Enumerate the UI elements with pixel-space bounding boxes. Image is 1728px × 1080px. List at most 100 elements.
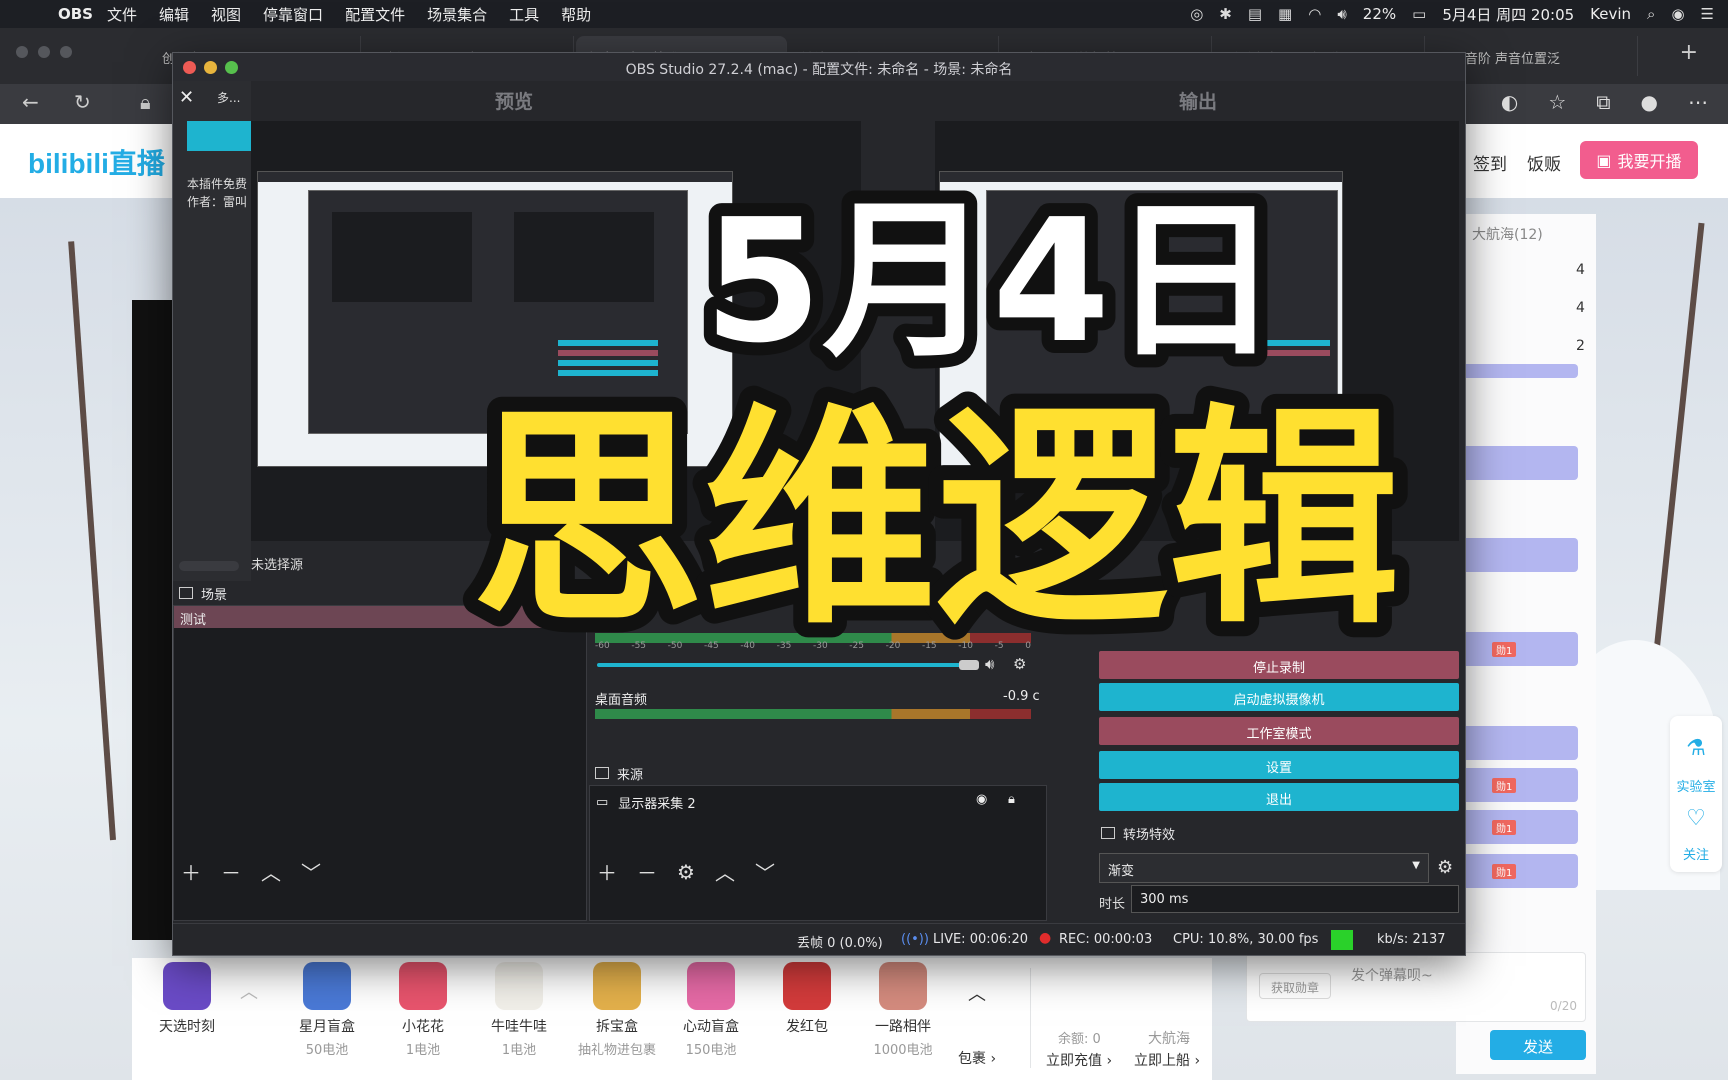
browser-close-button[interactable] bbox=[16, 46, 28, 58]
gift-item[interactable]: 牛哇牛哇 1电池 bbox=[474, 962, 564, 1058]
obs-main: ✕ 多... 本插件免费 作者：雷叫 预览 输出 未选择源 场景 测试 ＋ － … bbox=[173, 81, 1465, 923]
more-icon[interactable]: ⋯ bbox=[1688, 90, 1708, 114]
close-icon[interactable]: ✕ bbox=[179, 87, 194, 108]
plugin-free-text: 本插件免费 bbox=[187, 177, 248, 191]
menu-scene-collection[interactable]: 场景集合 bbox=[427, 4, 487, 25]
menubar-user[interactable]: Kevin bbox=[1590, 5, 1631, 23]
move-down-icon[interactable]: ﹀ bbox=[755, 857, 775, 886]
lab-icon[interactable]: ⚗ bbox=[1670, 736, 1722, 761]
send-button[interactable]: 发送 bbox=[1490, 1030, 1586, 1060]
obs-title-bar[interactable]: OBS Studio 27.2.4 (mac) - 配置文件: 未命名 - 场景… bbox=[173, 53, 1465, 81]
move-down-icon[interactable]: ﹀ bbox=[301, 857, 321, 886]
profile-avatar[interactable]: ● bbox=[1641, 90, 1658, 114]
menu-view[interactable]: 视图 bbox=[211, 4, 241, 25]
transition-gear-icon[interactable]: ⚙ bbox=[1437, 857, 1453, 878]
spotlight-search-icon[interactable]: ⌕ bbox=[1647, 5, 1655, 23]
horizontal-scrollbar[interactable] bbox=[179, 561, 239, 571]
duration-input[interactable]: 300 ms bbox=[1131, 885, 1459, 913]
siri-icon[interactable]: ◉ bbox=[1671, 5, 1684, 23]
recharge-link[interactable]: 立即充值 › bbox=[1046, 1050, 1112, 1070]
collections-icon[interactable]: ⧉ bbox=[1596, 90, 1610, 114]
sign-in-link[interactable]: 签到 bbox=[1473, 150, 1507, 175]
studio-mode-button[interactable]: 工作室模式 bbox=[1099, 717, 1459, 745]
menu-file[interactable]: 文件 bbox=[107, 4, 137, 25]
dock-float-icon[interactable] bbox=[179, 587, 193, 599]
obs-minimize-button[interactable] bbox=[204, 61, 217, 74]
speaker-icon[interactable]: 🔊︎ bbox=[985, 655, 994, 673]
mini-output bbox=[514, 212, 654, 302]
board-link[interactable]: 立即上船 › bbox=[1134, 1050, 1200, 1070]
plugin-button[interactable] bbox=[187, 121, 251, 151]
browser-zoom-button[interactable] bbox=[60, 46, 72, 58]
menu-tools[interactable]: 工具 bbox=[509, 4, 539, 25]
menu-docks[interactable]: 停靠窗口 bbox=[263, 4, 323, 25]
back-icon[interactable]: ← bbox=[22, 90, 39, 114]
gift-item[interactable]: 星月盲盒 50电池 bbox=[282, 962, 372, 1058]
gift-item[interactable]: 一路相伴 1000电池 bbox=[858, 962, 948, 1058]
danmaku-placeholder[interactable]: 发个弹幕呗~ bbox=[1351, 965, 1433, 985]
gift-item[interactable]: 小花花 1电池 bbox=[378, 962, 468, 1058]
battery-icon[interactable]: ▭ bbox=[1412, 5, 1426, 23]
control-center-icon[interactable]: ☰ bbox=[1701, 5, 1714, 23]
follow-label[interactable]: 关注 bbox=[1670, 844, 1722, 863]
reload-icon[interactable]: ↻ bbox=[74, 90, 91, 114]
volume-icon[interactable]: 🔊︎ bbox=[1337, 5, 1346, 23]
source-properties-gear-icon[interactable]: ⚙ bbox=[677, 860, 695, 884]
go-live-button[interactable]: ▣ 我要开播 bbox=[1580, 141, 1698, 179]
bag-link[interactable]: 包裹 › bbox=[958, 1048, 996, 1068]
lock-icon[interactable]: 🔒︎ bbox=[1008, 792, 1015, 807]
input-source-flag-icon[interactable]: ▦ bbox=[1278, 5, 1292, 23]
mic-volume-slider[interactable] bbox=[597, 663, 967, 667]
fan-link[interactable]: 饭贩 bbox=[1527, 150, 1561, 175]
favorites-icon[interactable]: ☆ bbox=[1548, 90, 1566, 114]
gift-price: 150电池 bbox=[685, 1043, 737, 1058]
remove-scene-icon[interactable]: － bbox=[221, 857, 241, 886]
new-tab-icon[interactable]: + bbox=[1680, 40, 1698, 65]
source-item[interactable]: ▭ 显示器采集 2 ◉ 🔒︎ bbox=[596, 792, 1036, 812]
menu-edit[interactable]: 编辑 bbox=[159, 4, 189, 25]
fetch-badge-button[interactable]: 获取勋章 bbox=[1259, 973, 1331, 999]
obs-zoom-button[interactable] bbox=[225, 61, 238, 74]
start-virtual-camera-button[interactable]: 启动虚拟摄像机 bbox=[1099, 683, 1459, 711]
lock-icon: 🔒︎ bbox=[140, 90, 151, 114]
reader-icon[interactable]: ◐ bbox=[1501, 90, 1518, 114]
mic-volume-knob[interactable] bbox=[959, 660, 979, 670]
move-up-icon[interactable]: ︿ bbox=[261, 857, 281, 886]
add-source-icon[interactable]: ＋ bbox=[597, 857, 617, 886]
exit-button[interactable]: 退出 bbox=[1099, 783, 1459, 811]
scene-item[interactable]: 测试 bbox=[174, 606, 586, 628]
program-canvas[interactable] bbox=[935, 121, 1459, 541]
browser-minimize-button[interactable] bbox=[38, 46, 50, 58]
chevron-up-icon[interactable]: ︿ bbox=[240, 978, 258, 1004]
keyboard-icon[interactable]: ▤ bbox=[1248, 5, 1262, 23]
app-menu[interactable]: OBS bbox=[58, 5, 93, 23]
settings-button[interactable]: 设置 bbox=[1099, 751, 1459, 779]
recording-status-icon[interactable]: ◎ bbox=[1190, 5, 1203, 23]
remove-source-icon[interactable]: － bbox=[637, 857, 657, 886]
gift-item[interactable]: 天选时刻 bbox=[142, 962, 232, 1036]
gear-icon[interactable]: ⚙ bbox=[1013, 655, 1026, 673]
gift-item[interactable]: 心动盲盒 150电池 bbox=[666, 962, 756, 1058]
obs-close-button[interactable] bbox=[183, 61, 196, 74]
menu-help[interactable]: 帮助 bbox=[561, 4, 591, 25]
menu-profile[interactable]: 配置文件 bbox=[345, 4, 405, 25]
captain-rank-title[interactable]: 大航海(12) bbox=[1472, 224, 1543, 244]
bili-live-logo[interactable]: bilibili直播 bbox=[28, 142, 165, 182]
add-scene-icon[interactable]: ＋ bbox=[181, 857, 201, 886]
chevron-up-icon[interactable]: ︿ bbox=[968, 980, 986, 1006]
stop-recording-button[interactable]: 停止录制 bbox=[1099, 651, 1459, 679]
heart-icon[interactable]: ♡ bbox=[1670, 806, 1722, 831]
bluetooth-icon[interactable]: ✱ bbox=[1219, 5, 1232, 23]
dock-float-icon[interactable] bbox=[595, 767, 609, 779]
preview-canvas[interactable] bbox=[251, 121, 861, 541]
lab-label[interactable]: 实验室 bbox=[1670, 776, 1722, 795]
transition-select[interactable]: 渐变 ▼ bbox=[1099, 853, 1429, 883]
gift-item[interactable]: 发红包 bbox=[762, 962, 852, 1036]
gift-item[interactable]: 拆宝盒 抽礼物进包裹 bbox=[562, 962, 672, 1058]
dock-float-icon[interactable] bbox=[1101, 827, 1115, 839]
wifi-icon[interactable]: ◠ bbox=[1308, 5, 1321, 23]
chat-message bbox=[1456, 538, 1578, 572]
menubar-clock[interactable]: 5月4日 周四 20:05 bbox=[1442, 4, 1574, 25]
move-up-icon[interactable]: ︿ bbox=[715, 857, 735, 886]
eye-icon[interactable]: ◉ bbox=[976, 792, 987, 807]
